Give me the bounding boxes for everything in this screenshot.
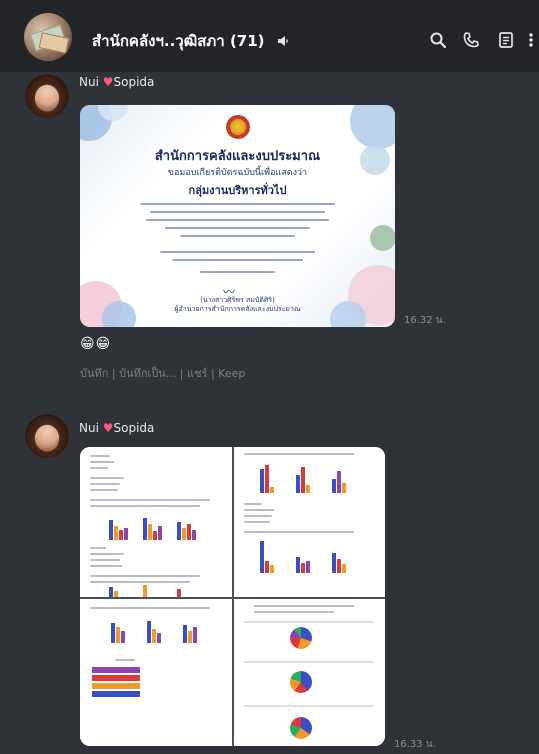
notes-icon[interactable] (497, 31, 515, 49)
save-as-action[interactable]: บันทึกเป็น... (119, 367, 176, 380)
emblem-icon (226, 115, 250, 139)
certificate-recipient: กลุ่มงานบริหารทั่วไป (188, 184, 287, 197)
document-collage-image[interactable] (80, 447, 385, 746)
sender-name-suffix: Sopida (113, 421, 155, 435)
sender-name: Nui ♥Sopida (79, 421, 154, 435)
sender-name-suffix: Sopida (113, 75, 155, 89)
heart-icon: ♥ (102, 421, 114, 435)
phone-icon[interactable] (462, 31, 480, 49)
chat-title[interactable]: สำนักคลังฯ..วุฒิสภา (71) (92, 29, 290, 53)
certificate-org: สำนักการคลังและงบประมาณ (154, 149, 321, 164)
chat-title-text: สำนักคลังฯ..วุฒิสภา (71) (92, 32, 265, 50)
share-action[interactable]: แชร์ (187, 367, 207, 380)
search-icon[interactable] (429, 31, 447, 49)
sender-avatar[interactable] (25, 414, 69, 458)
chat-header: สำนักคลังฯ..วุฒิสภา (71) (0, 0, 539, 72)
sender-name-text: Nui (79, 75, 99, 89)
sender-name-text: Nui (79, 421, 99, 435)
certificate-image[interactable]: สำนักการคลังและงบประมาณ ขอมอบเกียรติบัตร… (80, 105, 395, 327)
collage-page-1 (80, 447, 232, 597)
collage-page-2 (234, 447, 385, 597)
certificate-signer-title: ผู้อำนวยการสำนักการคลังและงบประมาณ (174, 305, 301, 313)
heart-icon: ♥ (102, 75, 114, 89)
sender-name: Nui ♥Sopida (79, 75, 154, 89)
keep-action[interactable]: Keep (218, 367, 245, 380)
sender-avatar[interactable] (25, 74, 69, 118)
image-actions: บันทึก | บันทึกเป็น... | แชร์ | Keep (80, 367, 246, 380)
reaction-emoji[interactable]: 😁😁 (80, 336, 111, 352)
message-time: 16.33 น. (394, 739, 436, 750)
collage-page-3 (80, 599, 232, 746)
mute-icon (276, 34, 290, 52)
collage-page-4 (234, 599, 385, 746)
group-avatar[interactable] (24, 13, 72, 61)
menu-icon[interactable] (527, 31, 535, 49)
certificate-subtitle: ขอมอบเกียรติบัตรฉบับนี้เพื่อแสดงว่า (167, 168, 308, 178)
message-time: 16.32 น. (404, 315, 446, 326)
save-action[interactable]: บันทึก (80, 367, 108, 380)
